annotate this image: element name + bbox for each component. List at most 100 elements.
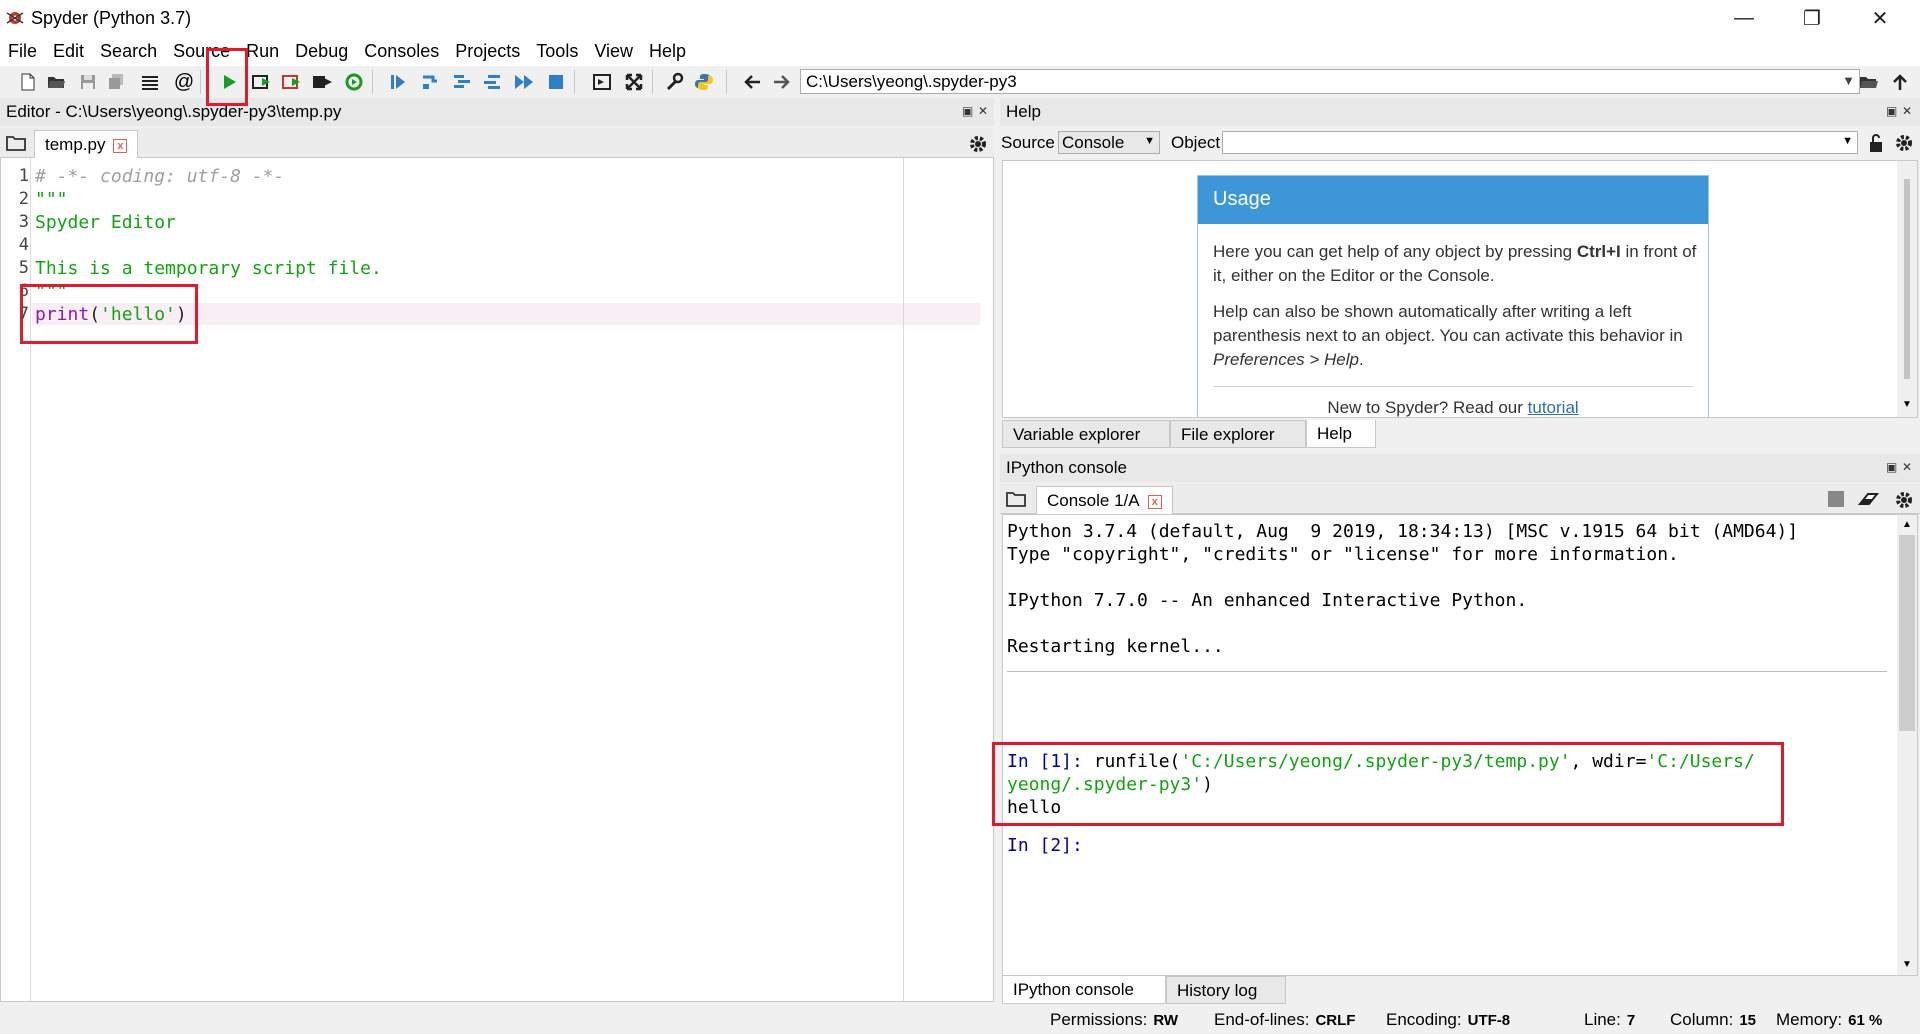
console-options-button[interactable] bbox=[1894, 490, 1914, 515]
parent-directory-button[interactable] bbox=[1888, 70, 1912, 94]
browse-tabs-icon[interactable] bbox=[1006, 490, 1026, 513]
line-number: 3 bbox=[18, 212, 29, 232]
run-selection-button[interactable] bbox=[310, 70, 334, 94]
scroll-up-icon[interactable]: ▲ bbox=[1902, 519, 1912, 530]
status-value: 61 % bbox=[1848, 1012, 1883, 1029]
rerun-button[interactable] bbox=[342, 70, 366, 94]
symbol-finder-button[interactable]: @ bbox=[172, 70, 196, 94]
save-button[interactable] bbox=[76, 70, 100, 94]
working-directory-value: C:\Users\yeong\.spyder-py3 bbox=[806, 72, 1017, 91]
close-pane-icon[interactable]: ✕ bbox=[978, 104, 988, 118]
status-value: 7 bbox=[1626, 1012, 1636, 1029]
status-label: Encoding: bbox=[1386, 1010, 1462, 1029]
scrollbar-thumb[interactable] bbox=[1904, 179, 1910, 379]
browse-tabs-icon[interactable] bbox=[6, 134, 26, 157]
tab-ipython-console[interactable]: IPython console bbox=[1002, 976, 1166, 1004]
status-permissions: Permissions: RW bbox=[1050, 1010, 1178, 1030]
fullscreen-button[interactable] bbox=[622, 70, 646, 94]
scroll-down-icon[interactable]: ▼ bbox=[1902, 959, 1912, 970]
status-label: Column: bbox=[1670, 1010, 1734, 1029]
stop-kernel-icon[interactable] bbox=[1828, 491, 1844, 507]
annotation-print-line bbox=[20, 284, 198, 344]
preferences-button[interactable] bbox=[662, 70, 686, 94]
stop-debug-button[interactable] bbox=[544, 70, 568, 94]
menu-consoles[interactable]: Consoles bbox=[364, 41, 439, 62]
continue-button[interactable] bbox=[512, 70, 536, 94]
menu-file[interactable]: File bbox=[8, 41, 37, 62]
undock-icon[interactable]: ▣ bbox=[1886, 460, 1897, 474]
step-return-button[interactable] bbox=[480, 70, 504, 94]
console-tab-bar: Console 1/A x bbox=[1000, 484, 1920, 514]
step-into-button[interactable] bbox=[450, 70, 474, 94]
lock-icon bbox=[1870, 134, 1882, 152]
minimize-button[interactable]: — bbox=[1710, 0, 1778, 36]
help-options-button[interactable] bbox=[1894, 133, 1914, 158]
scrollbar-thumb[interactable] bbox=[1899, 535, 1915, 731]
file-switcher-button[interactable] bbox=[138, 70, 162, 94]
restore-button[interactable]: ❐ bbox=[1778, 0, 1846, 36]
preferences-path: Preferences > Help bbox=[1213, 350, 1359, 369]
working-directory-combo[interactable]: C:\Users\yeong\.spyder-py3 ▼ bbox=[800, 69, 1860, 94]
source-select[interactable]: Console ▼ bbox=[1058, 131, 1160, 154]
console-scrollbar[interactable]: ▲ ▼ bbox=[1897, 515, 1917, 975]
usage-divider bbox=[1213, 386, 1693, 387]
object-combo[interactable]: ▼ bbox=[1222, 131, 1858, 154]
close-tab-icon[interactable]: x bbox=[113, 138, 128, 153]
editor-pane-header: Editor - C:\Users\yeong\.spyder-py3\temp… bbox=[0, 98, 994, 126]
menu-tools[interactable]: Tools bbox=[536, 41, 578, 62]
menu-debug[interactable]: Debug bbox=[295, 41, 348, 62]
save-icon bbox=[81, 75, 95, 89]
source-select-value: Console bbox=[1062, 133, 1125, 152]
code-line-docstring: This is a temporary script file. bbox=[35, 258, 382, 279]
menu-projects[interactable]: Projects bbox=[455, 41, 520, 62]
clear-console-button[interactable] bbox=[1857, 490, 1880, 513]
object-label: Object bbox=[1171, 133, 1221, 152]
editor-tab-temp-py[interactable]: temp.py x bbox=[34, 130, 139, 158]
list-icon bbox=[142, 76, 158, 90]
help-pane-title: Help bbox=[1006, 102, 1041, 121]
help-pane-header: Help ▣ ✕ bbox=[1000, 98, 1920, 126]
undock-icon[interactable]: ▣ bbox=[1886, 104, 1897, 118]
scroll-down-icon[interactable]: ▼ bbox=[1902, 399, 1912, 410]
python-logo-icon bbox=[695, 74, 713, 90]
tab-variable-explorer[interactable]: Variable explorer bbox=[1002, 420, 1170, 448]
python-path-button[interactable] bbox=[692, 70, 716, 94]
menu-search[interactable]: Search bbox=[100, 41, 157, 62]
save-all-button[interactable] bbox=[104, 70, 128, 94]
forward-button[interactable] bbox=[770, 70, 794, 94]
close-window-button[interactable]: ✕ bbox=[1846, 0, 1914, 36]
browse-directory-button[interactable] bbox=[1857, 70, 1881, 94]
debug-button[interactable] bbox=[386, 70, 410, 94]
lock-button[interactable] bbox=[1868, 133, 1884, 158]
line-number: 4 bbox=[18, 235, 29, 255]
back-button[interactable] bbox=[740, 70, 764, 94]
undock-icon[interactable]: ▣ bbox=[962, 104, 973, 118]
console-pane-title: IPython console bbox=[1006, 458, 1127, 477]
console-tab-1a[interactable]: Console 1/A x bbox=[1036, 486, 1173, 514]
run-cell-icon bbox=[252, 75, 270, 89]
close-tab-icon[interactable]: x bbox=[1147, 494, 1162, 509]
maximize-pane-button[interactable] bbox=[590, 70, 614, 94]
status-column: Column: 15 bbox=[1670, 1010, 1756, 1030]
menu-edit[interactable]: Edit bbox=[53, 41, 84, 62]
tab-file-explorer[interactable]: File explorer bbox=[1170, 420, 1306, 448]
help-scrollbar[interactable]: ▼ bbox=[1897, 161, 1917, 417]
close-pane-icon[interactable]: ✕ bbox=[1902, 104, 1912, 118]
run-cell-advance-button[interactable] bbox=[280, 70, 304, 94]
editor-options-button[interactable] bbox=[968, 134, 988, 159]
gear-icon bbox=[1896, 492, 1912, 508]
open-file-button[interactable] bbox=[44, 70, 68, 94]
arrow-right-icon bbox=[774, 75, 790, 89]
menu-run[interactable]: Run bbox=[246, 41, 279, 62]
usage-paragraph-1: Here you can get help of any object by p… bbox=[1213, 240, 1697, 288]
menu-help[interactable]: Help bbox=[649, 41, 686, 62]
close-pane-icon[interactable]: ✕ bbox=[1902, 460, 1912, 474]
new-file-button[interactable] bbox=[16, 70, 40, 94]
tab-history-log[interactable]: History log bbox=[1166, 976, 1286, 1004]
step-button[interactable] bbox=[418, 70, 442, 94]
menu-view[interactable]: View bbox=[594, 41, 633, 62]
window-title: Spyder (Python 3.7) bbox=[31, 8, 192, 28]
tab-help[interactable]: Help bbox=[1306, 420, 1376, 448]
tutorial-link[interactable]: tutorial bbox=[1528, 398, 1579, 417]
run-cell-button[interactable] bbox=[250, 70, 274, 94]
